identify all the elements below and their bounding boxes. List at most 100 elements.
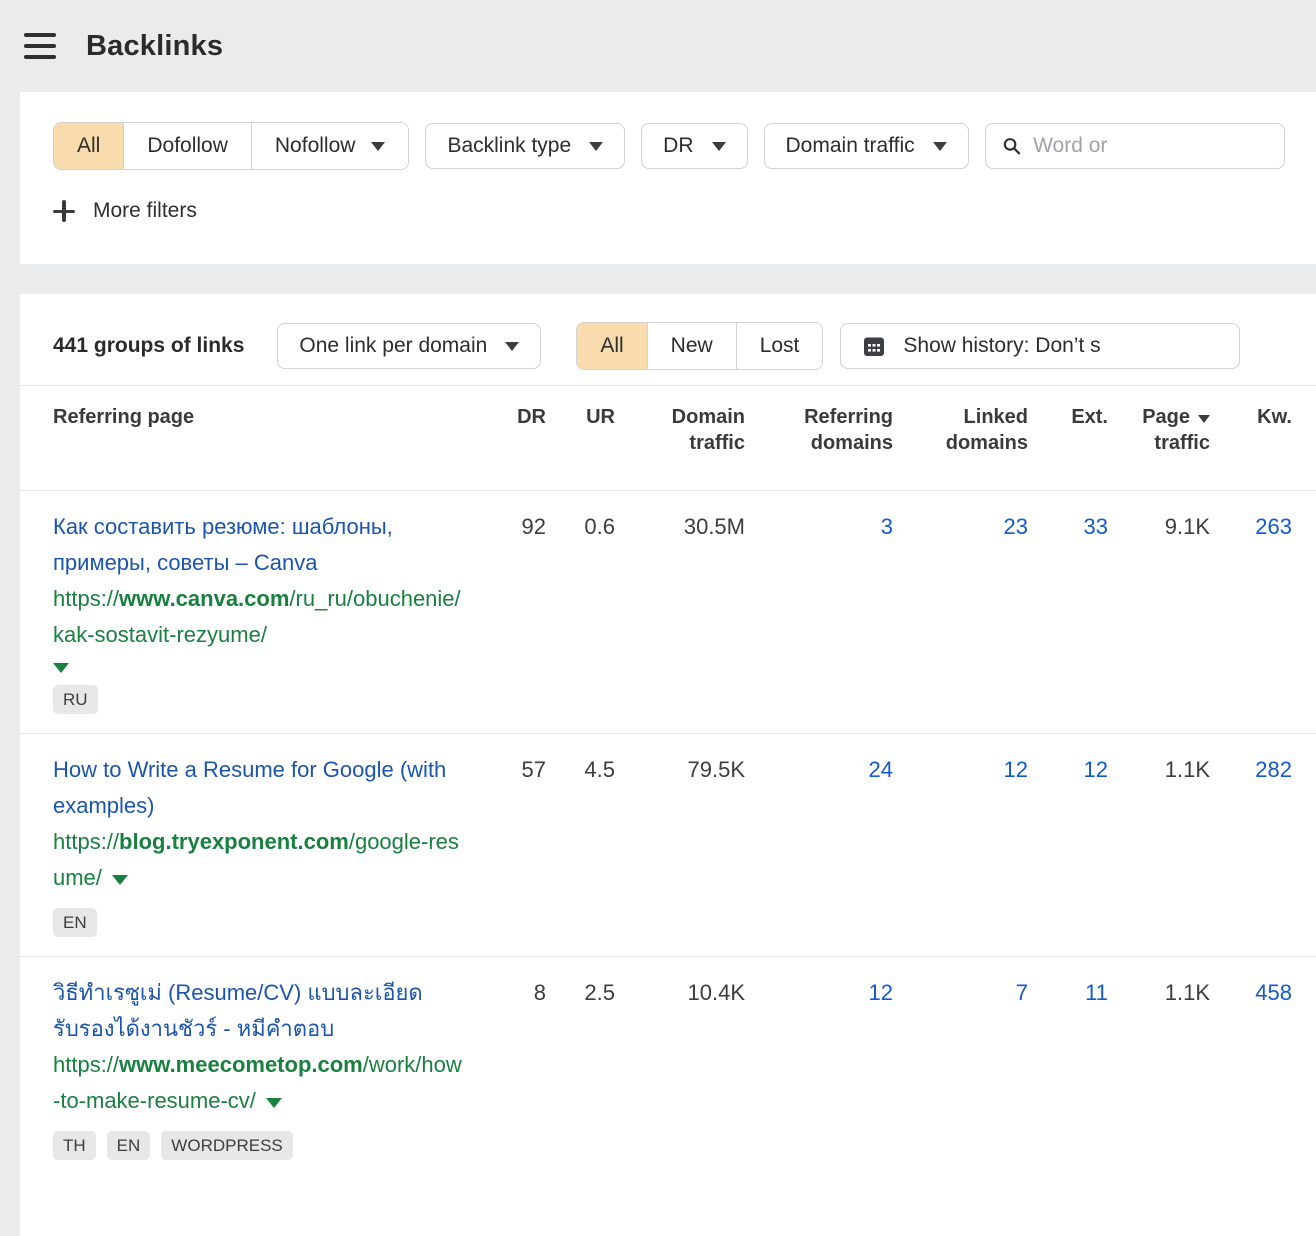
- url-scheme: https://: [53, 586, 119, 611]
- scope-lost-button[interactable]: Lost: [736, 323, 823, 369]
- ext-link[interactable]: 11: [1028, 975, 1108, 1011]
- table-row: How to Write a Resume for Google (with e…: [20, 734, 1316, 957]
- url-scheme: https://: [53, 1052, 119, 1077]
- kw-link[interactable]: 263: [1210, 509, 1292, 545]
- backlinks-table-panel: 441 groups of links One link per domain …: [20, 294, 1316, 1236]
- filters-row: All Dofollow Nofollow Backlink type DR D…: [53, 122, 1316, 170]
- scope-new-button[interactable]: New: [647, 323, 736, 369]
- column-header-ext[interactable]: Ext.: [1028, 404, 1108, 456]
- dr-filter-label: DR: [663, 134, 693, 158]
- language-badge: EN: [107, 1131, 151, 1160]
- language-badge: TH: [53, 1131, 96, 1160]
- chevron-down-icon: [505, 342, 519, 351]
- domain-traffic-dropdown[interactable]: Domain traffic: [764, 123, 969, 169]
- hamburger-menu-icon[interactable]: [24, 33, 56, 59]
- chevron-down-icon: [589, 142, 603, 151]
- dr-value: 92: [465, 509, 546, 545]
- linked-domains-link[interactable]: 23: [893, 509, 1028, 545]
- referring-page-url-link[interactable]: https://www.canva.com/ru_ru/obuchenie/ka…: [53, 581, 465, 653]
- referring-page-title-link[interactable]: Как составить резюме: шаблоны, примеры, …: [53, 509, 465, 581]
- page-title: Backlinks: [86, 30, 223, 63]
- domain-traffic-value: 79.5K: [615, 752, 745, 788]
- filter-dofollow-button[interactable]: Dofollow: [123, 123, 251, 169]
- sort-desc-icon: [1198, 415, 1210, 423]
- grouping-dropdown[interactable]: One link per domain: [277, 323, 541, 369]
- badge-list: RU: [53, 685, 465, 714]
- ur-value: 4.5: [546, 752, 615, 788]
- backlink-type-label: Backlink type: [447, 134, 571, 158]
- table-toolbar: 441 groups of links One link per domain …: [20, 294, 1316, 370]
- referring-domains-link[interactable]: 3: [745, 509, 893, 545]
- ur-value: 0.6: [546, 509, 615, 545]
- page-traffic-value: 9.1K: [1108, 509, 1210, 545]
- more-filters-label: More filters: [93, 199, 197, 223]
- chevron-down-icon: [712, 142, 726, 151]
- referring-page-title-link[interactable]: วิธีทำเรซูเม่ (Resume/CV) แบบละเอียด รับ…: [53, 975, 465, 1047]
- language-badge: EN: [53, 908, 97, 937]
- expand-url-icon[interactable]: [266, 1098, 282, 1108]
- page-traffic-value: 1.1K: [1108, 752, 1210, 788]
- referring-page-url-link[interactable]: https://www.meecometop.com/work/how-to-m…: [53, 1047, 465, 1119]
- domain-traffic-value: 30.5M: [615, 509, 745, 545]
- platform-badge: WORDPRESS: [161, 1131, 292, 1160]
- ext-link[interactable]: 12: [1028, 752, 1108, 788]
- show-history-button[interactable]: Show history: Don’t s: [840, 323, 1240, 369]
- column-header-page-traffic[interactable]: Page traffic: [1108, 404, 1210, 456]
- linked-domains-link[interactable]: 12: [893, 752, 1028, 788]
- ur-value: 2.5: [546, 975, 615, 1011]
- ext-link[interactable]: 33: [1028, 509, 1108, 545]
- dr-value: 8: [465, 975, 546, 1011]
- expand-url-icon[interactable]: [53, 663, 69, 673]
- page-traffic-value: 1.1K: [1108, 975, 1210, 1011]
- referring-page-cell: วิธีทำเรซูเม่ (Resume/CV) แบบละเอียด รับ…: [53, 975, 465, 1160]
- page-traffic-header-line1: Page: [1142, 406, 1190, 428]
- linked-domains-link[interactable]: 7: [893, 975, 1028, 1011]
- chevron-down-icon: [933, 142, 947, 151]
- show-history-label: Show history: Don’t s: [903, 334, 1100, 358]
- badge-list: TH EN WORDPRESS: [53, 1131, 465, 1160]
- referring-domains-link[interactable]: 12: [745, 975, 893, 1011]
- column-header-ur[interactable]: UR: [546, 404, 615, 456]
- column-header-dr[interactable]: DR: [465, 404, 546, 456]
- follow-filter-group: All Dofollow Nofollow: [53, 122, 409, 170]
- table-row: Как составить резюме: шаблоны, примеры, …: [20, 491, 1316, 734]
- dr-filter-dropdown[interactable]: DR: [641, 123, 747, 169]
- search-input[interactable]: [1033, 134, 1268, 158]
- url-domain: www.meecometop.com: [119, 1052, 363, 1077]
- referring-page-url-link[interactable]: https://blog.tryexponent.com/google-resu…: [53, 824, 465, 896]
- url-domain: blog.tryexponent.com: [119, 829, 349, 854]
- url-scheme: https://: [53, 829, 119, 854]
- filter-nofollow-label: Nofollow: [275, 134, 356, 158]
- backlink-type-dropdown[interactable]: Backlink type: [425, 123, 625, 169]
- filter-nofollow-dropdown[interactable]: Nofollow: [251, 123, 409, 169]
- column-header-linked-domains[interactable]: Linked domains: [893, 404, 1028, 456]
- scope-all-button[interactable]: All: [577, 323, 646, 369]
- kw-link[interactable]: 458: [1210, 975, 1292, 1011]
- referring-page-title-link[interactable]: How to Write a Resume for Google (with e…: [53, 752, 465, 824]
- expand-url-icon[interactable]: [112, 875, 128, 885]
- app-header: Backlinks: [0, 0, 1316, 92]
- search-icon: [1002, 135, 1021, 157]
- page-traffic-header-line2: traffic: [1154, 432, 1210, 454]
- filter-all-button[interactable]: All: [54, 123, 123, 169]
- badge-list: EN: [53, 908, 465, 937]
- referring-domains-link[interactable]: 24: [745, 752, 893, 788]
- column-header-kw[interactable]: Kw.: [1210, 404, 1292, 456]
- chevron-down-icon: [371, 142, 385, 151]
- url-domain: www.canva.com: [119, 586, 289, 611]
- column-header-referring-domains[interactable]: Referring domains: [745, 404, 893, 456]
- domain-traffic-value: 10.4K: [615, 975, 745, 1011]
- kw-link[interactable]: 282: [1210, 752, 1292, 788]
- grouping-label: One link per domain: [299, 334, 487, 358]
- result-count: 441 groups of links: [53, 334, 244, 358]
- referring-page-cell: How to Write a Resume for Google (with e…: [53, 752, 465, 937]
- plus-icon: [53, 200, 75, 222]
- table-header-row: Referring page DR UR Domain traffic Refe…: [20, 385, 1316, 491]
- column-header-referring-page[interactable]: Referring page: [53, 404, 465, 456]
- table-row: วิธีทำเรซูเม่ (Resume/CV) แบบละเอียด รับ…: [20, 957, 1316, 1179]
- domain-traffic-label: Domain traffic: [786, 134, 915, 158]
- more-filters-button[interactable]: More filters: [53, 199, 1316, 223]
- language-badge: RU: [53, 685, 98, 714]
- column-header-domain-traffic[interactable]: Domain traffic: [615, 404, 745, 456]
- scope-filter-group: All New Lost: [576, 322, 823, 370]
